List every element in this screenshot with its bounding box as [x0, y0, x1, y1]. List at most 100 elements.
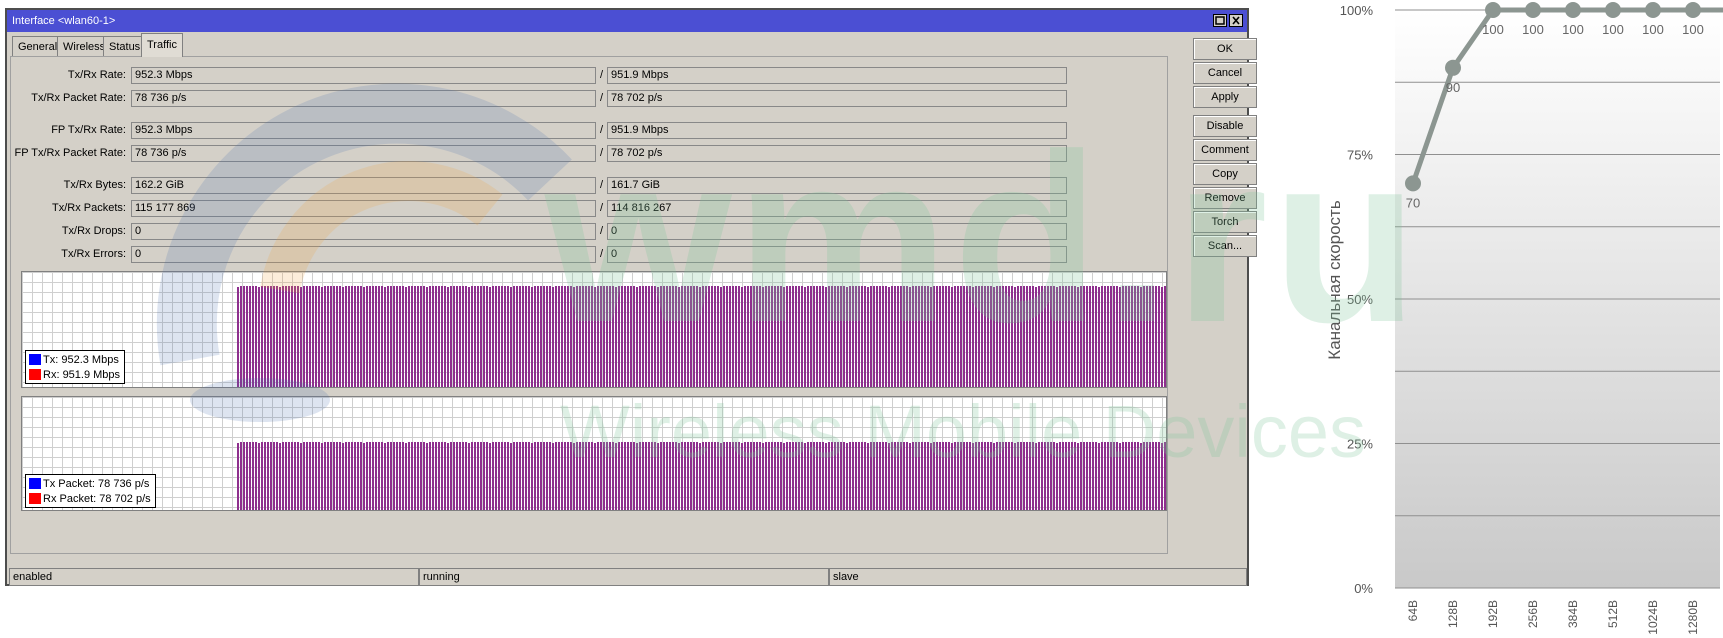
- tx-errors-field[interactable]: 0: [131, 246, 596, 263]
- rx-rate-field[interactable]: 951.9 Mbps: [607, 67, 1067, 84]
- tab-general[interactable]: General: [12, 36, 64, 56]
- fp-rx-packet-rate-field[interactable]: 78 702 p/s: [607, 145, 1067, 162]
- traffic-bar: [987, 442, 989, 510]
- traffic-bar: [453, 286, 455, 387]
- rx-bytes-field[interactable]: 161.7 GiB: [607, 177, 1067, 194]
- traffic-bar: [873, 442, 875, 510]
- traffic-bar: [756, 442, 758, 510]
- traffic-bar: [444, 286, 446, 387]
- copy-button[interactable]: Copy: [1193, 163, 1257, 185]
- traffic-bar: [1149, 442, 1151, 510]
- traffic-bar: [624, 442, 626, 510]
- traffic-bar: [330, 442, 332, 510]
- rx-packet-rate-field[interactable]: 78 702 p/s: [607, 90, 1067, 107]
- legend-tx-packet-value: 78 736 p/s: [98, 477, 150, 490]
- traffic-bar: [621, 286, 623, 387]
- legend-rx: Rx: 951.9 Mbps: [29, 367, 120, 382]
- traffic-bar: [1017, 442, 1019, 510]
- traffic-bar: [1128, 286, 1130, 387]
- traffic-bar: [897, 286, 899, 387]
- traffic-bar: [885, 442, 887, 510]
- fp-tx-rate-field[interactable]: 952.3 Mbps: [131, 122, 596, 139]
- traffic-bar: [1011, 286, 1013, 387]
- traffic-bar: [522, 286, 524, 387]
- traffic-bar: [504, 442, 506, 510]
- traffic-bar: [927, 286, 929, 387]
- x-tick-label: 384B: [1566, 600, 1580, 628]
- traffic-bar: [921, 442, 923, 510]
- traffic-bar: [252, 286, 254, 387]
- traffic-bar: [267, 442, 269, 510]
- traffic-bar: [654, 442, 656, 510]
- traffic-bar: [1062, 442, 1064, 510]
- traffic-bar: [396, 286, 398, 387]
- packet-legend: Tx Packet: 78 736 p/s Rx Packet: 78 702 …: [25, 474, 156, 508]
- traffic-bar: [1032, 442, 1034, 510]
- traffic-bar: [321, 287, 323, 387]
- traffic-bar: [1122, 442, 1124, 510]
- traffic-bar: [258, 287, 260, 387]
- rx-errors-field[interactable]: 0: [607, 246, 1067, 263]
- tx-bytes-field[interactable]: 162.2 GiB: [131, 177, 596, 194]
- traffic-bar: [543, 286, 545, 387]
- traffic-bar: [591, 442, 593, 510]
- traffic-bar: [780, 286, 782, 387]
- scan-button[interactable]: Scan...: [1193, 235, 1257, 257]
- traffic-bar: [654, 286, 656, 387]
- traffic-bar: [258, 443, 260, 510]
- torch-button[interactable]: Torch: [1193, 211, 1257, 233]
- traffic-bar: [591, 286, 593, 387]
- rx-packets-field[interactable]: 114 816 267: [607, 200, 1067, 217]
- close-icon[interactable]: [1229, 14, 1243, 27]
- traffic-bar: [636, 287, 638, 387]
- disable-button[interactable]: Disable: [1193, 115, 1257, 137]
- traffic-bar: [378, 442, 380, 510]
- rx-swatch: [29, 493, 41, 504]
- fp-tx-packet-rate-field[interactable]: 78 736 p/s: [131, 145, 596, 162]
- apply-button[interactable]: Apply: [1193, 86, 1257, 108]
- traffic-bar: [783, 287, 785, 387]
- traffic-bar: [942, 442, 944, 510]
- traffic-bar: [648, 442, 650, 510]
- separator: /: [600, 147, 604, 159]
- ok-button[interactable]: OK: [1193, 38, 1257, 60]
- window-title: Interface <wlan60-1>: [12, 15, 116, 27]
- fp-rx-rate-field[interactable]: 951.9 Mbps: [607, 122, 1067, 139]
- traffic-bar: [405, 443, 407, 510]
- traffic-bar: [438, 286, 440, 387]
- tx-packet-rate-field[interactable]: 78 736 p/s: [131, 90, 596, 107]
- comment-button[interactable]: Comment: [1193, 139, 1257, 161]
- traffic-bar: [240, 286, 242, 387]
- traffic-bar: [468, 287, 470, 387]
- tx-packets-field[interactable]: 115 177 869: [131, 200, 596, 217]
- tab-traffic[interactable]: Traffic: [141, 33, 183, 57]
- traffic-bar: [633, 286, 635, 387]
- traffic-bar: [699, 443, 701, 510]
- traffic-bar: [447, 443, 449, 510]
- traffic-bar: [1089, 442, 1091, 510]
- traffic-bar: [528, 442, 530, 510]
- traffic-bar: [393, 286, 395, 387]
- traffic-bar: [369, 286, 371, 387]
- traffic-bar: [291, 442, 293, 510]
- traffic-bar: [1041, 286, 1043, 387]
- cancel-button[interactable]: Cancel: [1193, 62, 1257, 84]
- traffic-bar: [663, 442, 665, 510]
- rx-drops-field[interactable]: 0: [607, 223, 1067, 240]
- tx-rate-field[interactable]: 952.3 Mbps: [131, 67, 596, 84]
- traffic-bar: [1137, 286, 1139, 387]
- traffic-bar: [840, 442, 842, 510]
- traffic-bar: [909, 443, 911, 510]
- traffic-bar: [864, 442, 866, 510]
- traffic-bar: [312, 286, 314, 387]
- x-tick-label: 192B: [1486, 600, 1500, 628]
- tab-status[interactable]: Status: [103, 36, 147, 56]
- traffic-bar: [381, 442, 383, 510]
- traffic-bar: [366, 442, 368, 510]
- traffic-bar: [696, 442, 698, 510]
- maximize-icon[interactable]: [1213, 14, 1227, 27]
- tx-drops-field[interactable]: 0: [131, 223, 596, 240]
- remove-button[interactable]: Remove: [1193, 187, 1257, 209]
- traffic-bar: [483, 286, 485, 387]
- data-label: 100: [1522, 22, 1544, 37]
